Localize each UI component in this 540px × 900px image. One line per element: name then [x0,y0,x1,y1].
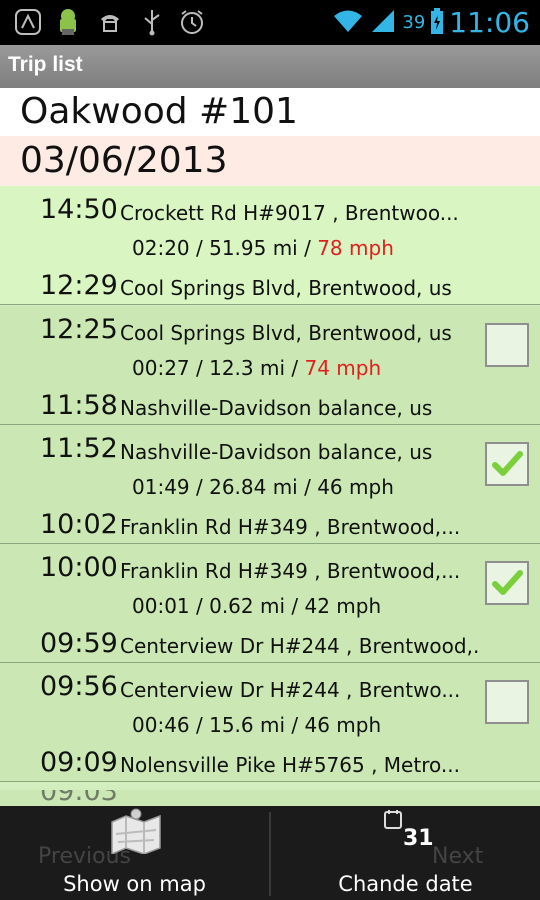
trip-stats: 00:01 / 0.62 mi / 42 mph [132,594,381,618]
checkmark-icon [492,570,523,595]
trip-max-speed: 46 mph [304,713,382,737]
trip-max-speed: 74 mph [304,356,382,380]
trip-start-time: 12:25 [40,314,118,345]
vehicle-header[interactable]: Oakwood #101 [0,88,540,136]
trip-end-time: 11:58 [40,390,118,421]
android-icon [54,8,82,36]
trip-row[interactable]: 14:50 Crockett Rd H#9017 , Brentwoo... 0… [0,186,540,305]
trip-checkbox[interactable] [485,323,529,367]
trip-end-address: Franklin Rd H#349 , Brentwood,... [120,515,461,539]
trip-checkbox-checked[interactable] [485,561,529,605]
usb-icon [138,8,166,36]
alarm-icon [178,8,206,36]
trip-row[interactable]: 11:52 Nashville-Davidson balance, us 01:… [0,425,540,544]
bottom-action-bar: Previous Next Show on map 31 Chande date [0,806,540,900]
partial-trip-time: 09:03 [40,790,118,806]
battery-percent: 39 [402,12,426,33]
trip-end-address: Cool Springs Blvd, Brentwood, us [120,276,452,300]
trip-stats: 00:27 / 12.3 mi / 74 mph [132,356,381,380]
trip-end-time: 09:59 [40,628,118,659]
map-icon [111,808,161,854]
trip-max-speed: 42 mph [304,594,382,618]
status-bar: 39 11:06 [0,0,540,45]
trip-duration-distance: 00:46 / 15.6 mi / [132,713,305,737]
trip-start-time: 11:52 [40,433,118,464]
trip-start-address: Cool Springs Blvd, Brentwood, us [120,321,452,345]
selected-date: 03/06/2013 [20,140,228,181]
change-date-button[interactable]: 31 Chande date [271,806,540,900]
trip-start-address: Centerview Dr H#244 , Brentwo... [120,678,461,702]
trip-stats: 01:49 / 26.84 mi / 46 mph [132,475,394,499]
show-on-map-button[interactable]: Show on map [0,806,269,900]
trip-stats: 02:20 / 51.95 mi / 78 mph [132,236,394,260]
battery-icon [431,7,444,38]
trip-list[interactable]: 14:50 Crockett Rd H#9017 , Brentwoo... 0… [0,186,540,806]
clock: 11:06 [449,6,530,39]
signal-icon [370,8,396,38]
trip-stats: 00:46 / 15.6 mi / 46 mph [132,713,381,737]
phone-icon [96,8,124,36]
trip-max-speed: 46 mph [317,475,394,499]
trip-duration-distance: 00:27 / 12.3 mi / [132,356,305,380]
trip-row[interactable]: 12:25 Cool Springs Blvd, Brentwood, us 0… [0,306,540,425]
change-date-label: Chande date [338,872,473,896]
vehicle-name: Oakwood #101 [20,91,298,132]
trip-checkbox[interactable] [485,680,529,724]
trip-end-address: Nashville-Davidson balance, us [120,396,433,420]
trip-start-address: Franklin Rd H#349 , Brentwood,... [120,559,461,583]
trip-row[interactable]: 10:00 Franklin Rd H#349 , Brentwood,... … [0,544,540,663]
trip-row[interactable]: 09:56 Centerview Dr H#244 , Brentwo... 0… [0,663,540,782]
date-header[interactable]: 03/06/2013 [0,136,540,187]
trip-start-time: 09:56 [40,671,118,702]
calendar-icon: 31 [383,808,434,854]
trip-duration-distance: 00:01 / 0.62 mi / [132,594,305,618]
trip-start-time: 14:50 [40,194,118,225]
trip-end-time: 12:29 [40,270,118,301]
trip-end-address: Centerview Dr H#244 , Brentwood,... [120,634,480,658]
calendar-day: 31 [403,826,434,851]
checkmark-icon [492,451,523,476]
page-title: Trip list [8,53,83,76]
trip-start-time: 10:00 [40,552,118,583]
wifi-icon [332,8,364,38]
trip-end-address: Nolensville Pike H#5765 , Metro... [120,753,460,777]
partial-trip-row: 09:03 [0,790,540,806]
trip-end-time: 09:09 [40,747,118,778]
trip-duration-distance: 01:49 / 26.84 mi / [132,475,318,499]
trip-duration-distance: 02:20 / 51.95 mi / [132,236,318,260]
title-bar: Trip list [0,45,540,88]
trip-end-time: 10:02 [40,509,118,540]
app-launcher-icon [14,8,42,36]
trip-max-speed: 78 mph [317,236,394,260]
trip-start-address: Nashville-Davidson balance, us [120,440,433,464]
trip-checkbox-checked[interactable] [485,442,529,486]
show-on-map-label: Show on map [63,872,206,896]
trip-start-address: Crockett Rd H#9017 , Brentwoo... [120,201,459,225]
